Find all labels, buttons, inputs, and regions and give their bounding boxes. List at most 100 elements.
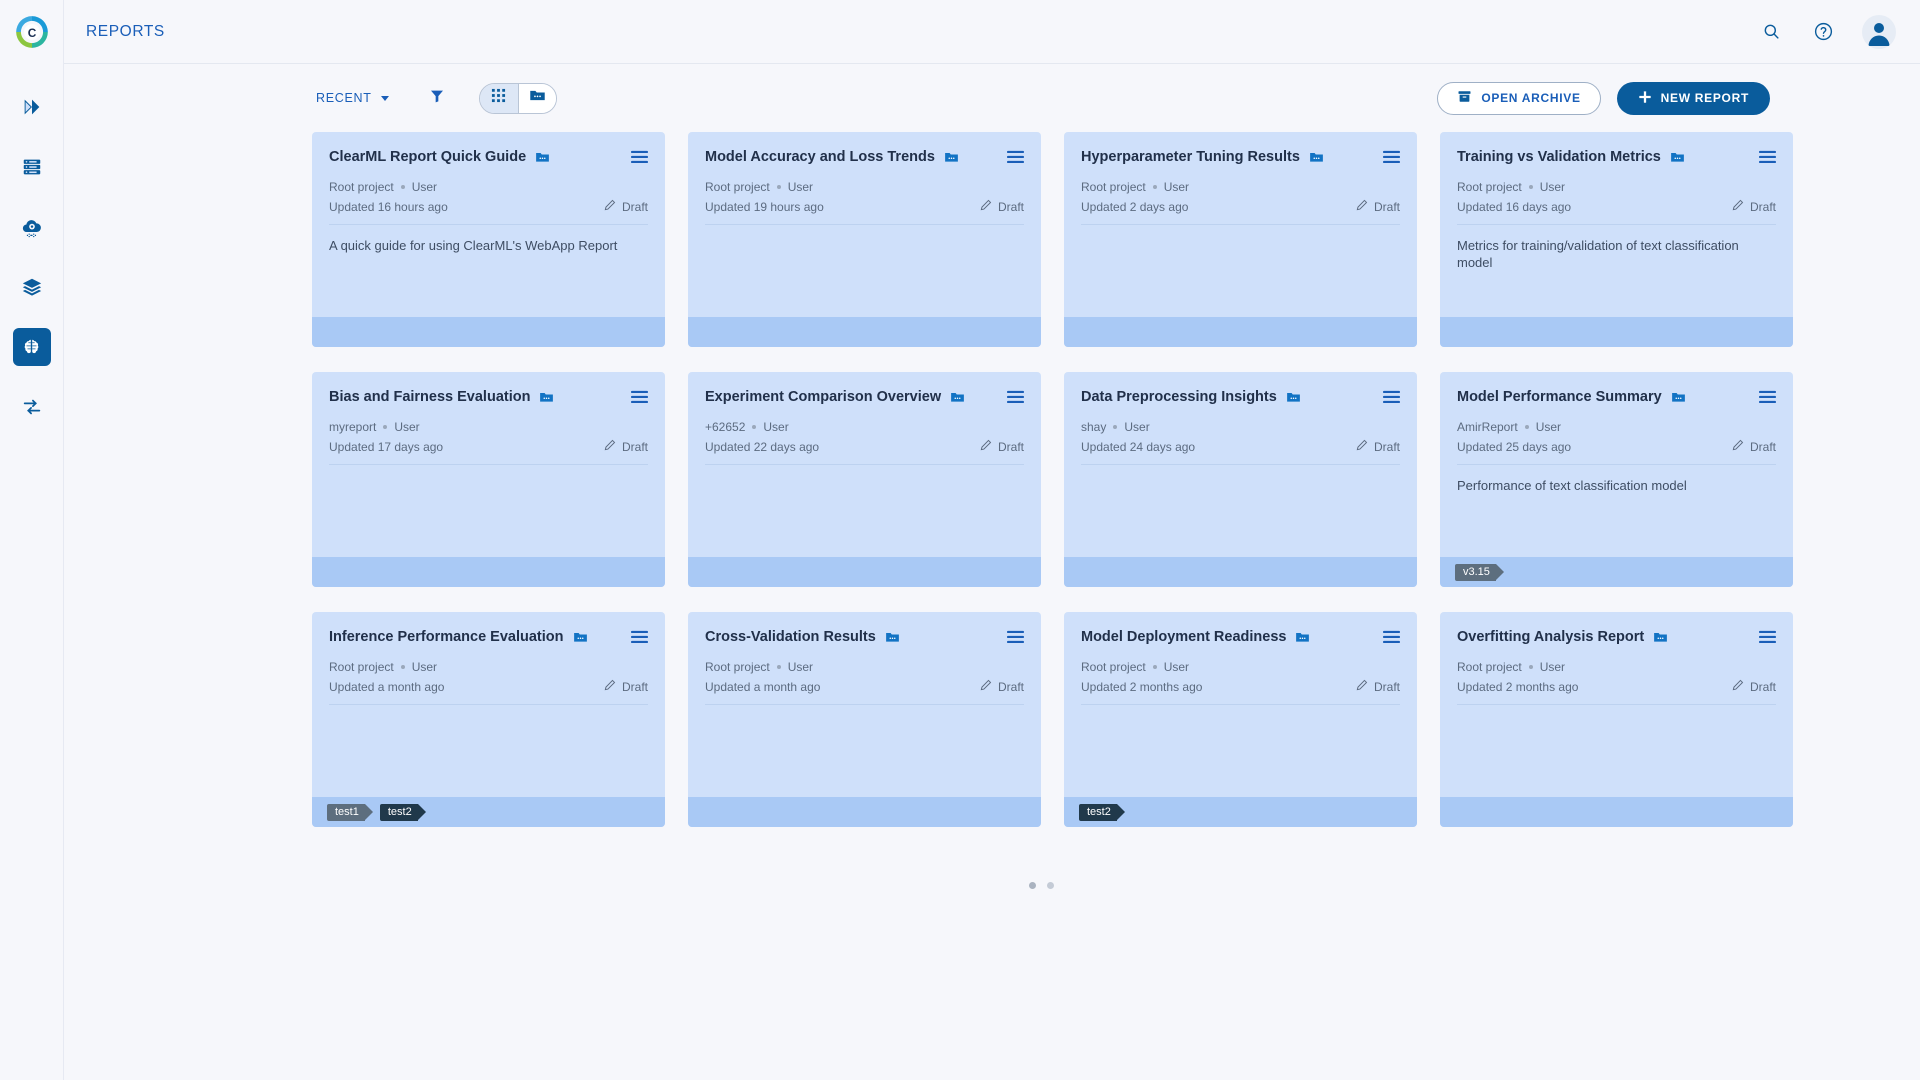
sidebar-item-compare[interactable]: [13, 388, 51, 426]
hamburger-menu-icon[interactable]: [1379, 389, 1400, 409]
report-card-subrow: Updated 19 hours ago Draft: [705, 199, 1024, 214]
report-card-footer: [1064, 557, 1417, 587]
hamburger-menu-icon[interactable]: [1755, 389, 1776, 409]
sidebar-item-datasets[interactable]: [13, 268, 51, 306]
sidebar-item-pipelines[interactable]: [13, 88, 51, 126]
report-card-meta: +62652 User: [705, 420, 1024, 434]
status-badge: Draft: [980, 679, 1024, 694]
report-card-meta: Root project User: [705, 660, 1024, 674]
hamburger-menu-icon[interactable]: [627, 629, 648, 649]
status-label: Draft: [1374, 440, 1400, 454]
hamburger-menu-icon[interactable]: [1379, 629, 1400, 649]
folder-report-icon: [944, 150, 959, 170]
filter-button[interactable]: [429, 88, 445, 109]
folder-report-icon: [1670, 150, 1685, 170]
sidebar-item-workers[interactable]: [13, 148, 51, 186]
view-mode-grid[interactable]: [480, 84, 518, 113]
report-card[interactable]: Training vs Validation Metrics Root proj…: [1440, 132, 1793, 347]
report-card[interactable]: Cross-Validation Results Root project Us…: [688, 612, 1041, 827]
pagination-dot[interactable]: [1047, 882, 1054, 889]
report-card-updated: Updated 19 hours ago: [705, 200, 824, 214]
hamburger-menu-icon[interactable]: [627, 149, 648, 169]
user-avatar-icon[interactable]: [1862, 15, 1896, 49]
report-card-user: User: [788, 180, 813, 194]
hamburger-menu-icon[interactable]: [1379, 149, 1400, 169]
status-label: Draft: [622, 200, 648, 214]
report-card[interactable]: Model Deployment Readiness Root project …: [1064, 612, 1417, 827]
report-card[interactable]: Overfitting Analysis Report Root project…: [1440, 612, 1793, 827]
report-card-project: myreport: [329, 420, 376, 434]
report-tag-label: test2: [388, 806, 412, 818]
report-card[interactable]: Inference Performance Evaluation Root pr…: [312, 612, 665, 827]
report-card[interactable]: Experiment Comparison Overview +62652 Us…: [688, 372, 1041, 587]
report-card-footer: [688, 557, 1041, 587]
status-badge: Draft: [1356, 439, 1400, 454]
report-card-subrow: Updated a month ago Draft: [329, 679, 648, 694]
status-label: Draft: [998, 440, 1024, 454]
separator-dot: [401, 665, 405, 669]
hamburger-menu-icon[interactable]: [1003, 629, 1024, 649]
report-card[interactable]: Bias and Fairness Evaluation myreport Us…: [312, 372, 665, 587]
report-tag[interactable]: test2: [380, 804, 418, 821]
report-card-project: Root project: [1457, 180, 1522, 194]
view-mode-folder[interactable]: [518, 84, 556, 113]
separator-dot: [1113, 425, 1117, 429]
report-card-user: User: [1124, 420, 1149, 434]
open-archive-button[interactable]: OPEN ARCHIVE: [1437, 82, 1600, 115]
archive-box-icon: [1457, 89, 1472, 107]
report-card-user: User: [1164, 660, 1189, 674]
report-card-updated: Updated 16 hours ago: [329, 200, 448, 214]
svg-text:C: C: [27, 26, 36, 40]
report-card-title: Data Preprocessing Insights: [1081, 389, 1277, 406]
layers-stack-icon: [21, 276, 43, 298]
hamburger-menu-icon[interactable]: [627, 389, 648, 409]
report-card[interactable]: Model Performance Summary AmirReport Use…: [1440, 372, 1793, 587]
search-icon[interactable]: [1758, 19, 1784, 45]
hamburger-menu-icon[interactable]: [1003, 389, 1024, 409]
new-report-button[interactable]: NEW REPORT: [1617, 82, 1770, 115]
report-card-updated: Updated a month ago: [705, 680, 820, 694]
reports-grid-container: ClearML Report Quick Guide Root project …: [64, 132, 1920, 1080]
status-badge: Draft: [980, 439, 1024, 454]
report-card-user: User: [412, 180, 437, 194]
report-card-user: User: [1164, 180, 1189, 194]
report-tag[interactable]: test2: [1079, 804, 1117, 821]
report-tag[interactable]: test1: [327, 804, 365, 821]
sidebar-item-reports[interactable]: [13, 328, 51, 366]
sort-dropdown[interactable]: RECENT: [312, 85, 393, 111]
clearml-logo-icon[interactable]: C: [0, 0, 64, 64]
sidebar-item-orchestration[interactable]: [13, 208, 51, 246]
report-card[interactable]: ClearML Report Quick Guide Root project …: [312, 132, 665, 347]
pencil-icon: [1356, 679, 1368, 694]
help-circle-icon[interactable]: [1810, 19, 1836, 45]
report-card-footer: [1064, 317, 1417, 347]
report-card[interactable]: Model Accuracy and Loss Trends Root proj…: [688, 132, 1041, 347]
pencil-icon: [604, 199, 616, 214]
cloud-gear-icon: [21, 216, 43, 238]
folder-report-icon: [1671, 390, 1686, 410]
report-card[interactable]: Hyperparameter Tuning Results Root proje…: [1064, 132, 1417, 347]
hamburger-menu-icon[interactable]: [1755, 149, 1776, 169]
status-label: Draft: [1750, 680, 1776, 694]
report-card-header: Model Performance Summary: [1457, 389, 1776, 410]
hamburger-menu-icon[interactable]: [1755, 629, 1776, 649]
report-card-user: User: [394, 420, 419, 434]
report-card-meta: shay User: [1081, 420, 1400, 434]
report-card-header: Inference Performance Evaluation: [329, 629, 648, 650]
report-card[interactable]: Data Preprocessing Insights shay User Up…: [1064, 372, 1417, 587]
open-archive-label: OPEN ARCHIVE: [1481, 91, 1580, 105]
main-area: REPORTS: [64, 0, 1920, 1080]
report-card-header: Data Preprocessing Insights: [1081, 389, 1400, 410]
folder-report-icon: [539, 390, 554, 410]
report-tag[interactable]: v3.15: [1455, 564, 1496, 581]
report-card-subrow: Updated 2 months ago Draft: [1457, 679, 1776, 694]
folder-report-icon: [1295, 630, 1310, 650]
status-label: Draft: [622, 440, 648, 454]
brain-icon: [21, 337, 42, 358]
pagination-dot[interactable]: [1029, 882, 1036, 889]
separator-dot: [1525, 425, 1529, 429]
header-actions: [1758, 15, 1896, 49]
hamburger-menu-icon[interactable]: [1003, 149, 1024, 169]
report-card-body: Training vs Validation Metrics Root proj…: [1440, 132, 1793, 317]
folder-icon: [529, 87, 546, 109]
